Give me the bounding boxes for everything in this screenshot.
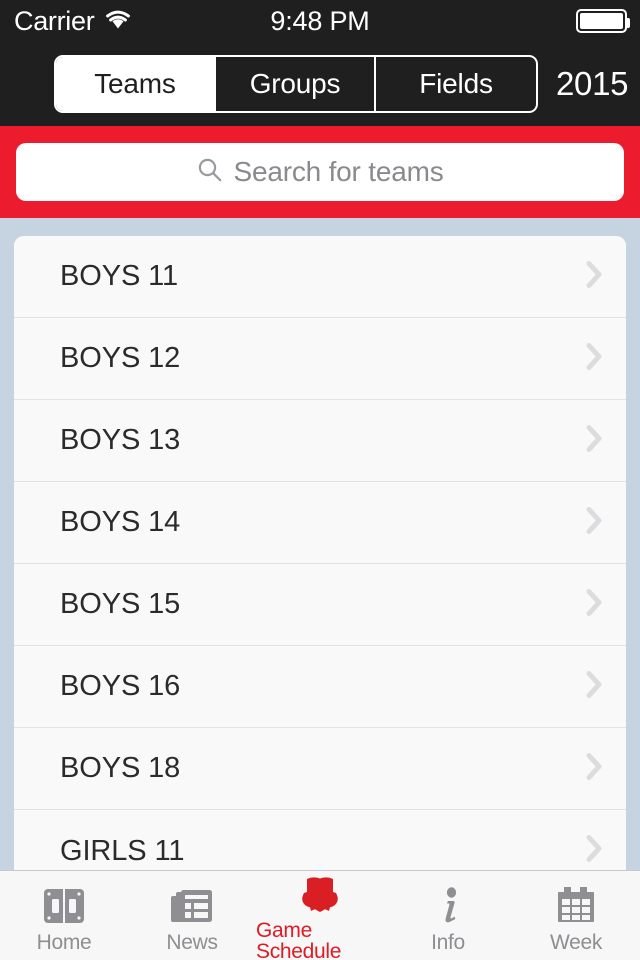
list-item-label: GIRLS 11 xyxy=(60,834,185,867)
tab-home[interactable]: Home xyxy=(0,871,128,960)
list-item-label: BOYS 15 xyxy=(60,588,181,620)
battery-nub xyxy=(626,18,630,28)
chevron-right-icon xyxy=(584,586,604,623)
tab-info-label: Info xyxy=(431,930,465,954)
tab-week[interactable]: Week xyxy=(512,871,640,960)
tab-bar: Home News Game Schedule Info Week xyxy=(0,870,640,960)
info-italic-i-icon xyxy=(425,883,471,929)
battery-level-fill xyxy=(579,13,623,29)
chevron-right-icon xyxy=(584,422,604,459)
wifi-icon xyxy=(103,8,133,35)
tab-game-schedule-label: Game Schedule xyxy=(256,919,342,960)
newspaper-icon xyxy=(169,883,215,929)
list-item-label: BOYS 18 xyxy=(60,752,181,784)
segment-teams[interactable]: Teams xyxy=(56,57,216,111)
table-row[interactable]: GIRLS 11 xyxy=(14,810,626,870)
tab-week-label: Week xyxy=(549,930,603,954)
teams-list-card: BOYS 11 BOYS 12 BOYS 13 BOYS 14 BOYS 15 … xyxy=(14,236,626,870)
year-label: 2015 xyxy=(556,65,629,102)
table-row[interactable]: BOYS 13 xyxy=(14,400,626,482)
carrier-label: Carrier xyxy=(14,5,95,36)
chevron-right-icon xyxy=(584,504,604,541)
chevron-right-icon xyxy=(584,668,604,705)
search-placeholder: Search for teams xyxy=(233,156,444,187)
nav-bar: Teams Groups Fields 2015 xyxy=(0,42,640,126)
list-item-label: BOYS 11 xyxy=(60,260,179,292)
teams-list-area[interactable]: BOYS 11 BOYS 12 BOYS 13 BOYS 14 BOYS 15 … xyxy=(0,218,640,870)
chevron-right-icon xyxy=(584,833,604,870)
table-row[interactable]: BOYS 18 xyxy=(14,728,626,810)
doors-panel-icon xyxy=(41,883,87,929)
search-input[interactable]: Search for teams xyxy=(16,143,624,201)
view-mode-segmented-control[interactable]: Teams Groups Fields xyxy=(54,55,538,113)
battery-full-icon xyxy=(575,9,630,33)
list-item-label: BOYS 12 xyxy=(60,342,181,374)
table-row[interactable]: BOYS 16 xyxy=(14,646,626,728)
table-row[interactable]: BOYS 11 xyxy=(14,236,626,318)
table-row[interactable]: BOYS 15 xyxy=(14,564,626,646)
tab-game-schedule[interactable]: Game Schedule xyxy=(256,871,384,960)
status-bar-right xyxy=(429,9,640,33)
chevron-right-icon xyxy=(584,340,604,377)
list-item-label: BOYS 14 xyxy=(60,506,181,538)
chevron-right-icon xyxy=(584,750,604,787)
status-bar: Carrier 9:48 PM xyxy=(0,0,640,42)
tab-home-label: Home xyxy=(36,930,92,954)
list-item-label: BOYS 13 xyxy=(60,424,181,456)
table-row[interactable]: BOYS 14 xyxy=(14,482,626,564)
search-band: Search for teams xyxy=(0,126,640,218)
chevron-right-icon xyxy=(584,258,604,295)
status-bar-left: Carrier xyxy=(0,5,211,36)
calendar-icon xyxy=(553,883,599,929)
segment-groups[interactable]: Groups xyxy=(216,57,376,111)
list-item-label: BOYS 16 xyxy=(60,670,181,702)
app-root: Carrier 9:48 PM Teams Groups Fields 2015 xyxy=(0,0,640,960)
search-icon xyxy=(197,157,223,188)
tab-news[interactable]: News xyxy=(128,871,256,960)
status-time: 9:48 PM xyxy=(270,5,370,36)
segment-fields[interactable]: Fields xyxy=(376,57,536,111)
table-row[interactable]: BOYS 12 xyxy=(14,318,626,400)
tab-news-label: News xyxy=(166,930,218,954)
tab-info[interactable]: Info xyxy=(384,871,512,960)
shield-crest-icon xyxy=(296,873,344,917)
